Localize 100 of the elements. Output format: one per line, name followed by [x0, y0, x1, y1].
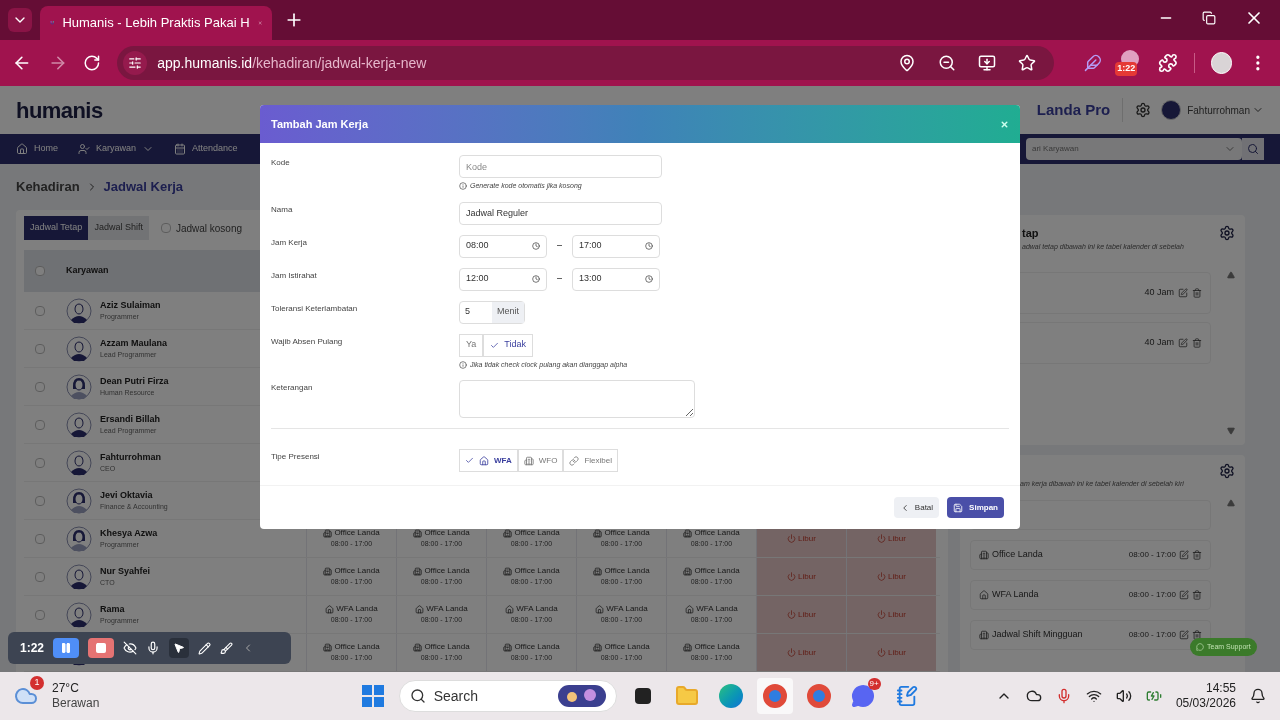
- nav-item[interactable]: Home: [34, 142, 58, 156]
- search-field[interactable]: Search: [398, 680, 617, 712]
- number-field[interactable]: 5 Menit: [459, 300, 525, 324]
- employee-name: Rama: [100, 602, 126, 616]
- shift-name: Office Landa: [424, 641, 470, 654]
- shift-name: Office Landa: [514, 565, 560, 578]
- shift-name: Office Landa: [334, 527, 380, 540]
- time-field[interactable]: 13:00: [572, 267, 660, 291]
- shift-name: Office Landa: [334, 565, 380, 578]
- cancel-button[interactable]: Batal: [893, 497, 940, 518]
- schedule-cell[interactable]: Libur: [756, 558, 846, 595]
- work-hour-time: 08:00 - 17:00: [1128, 628, 1176, 641]
- toggle-option[interactable]: Ya: [459, 333, 484, 357]
- time-field[interactable]: 12:00: [459, 267, 547, 291]
- field-label: Tipe Presensi: [271, 451, 321, 463]
- shift-name: Office Landa: [514, 527, 560, 540]
- shift-name: Office Landa: [424, 565, 470, 578]
- presence-option[interactable]: WFA: [459, 449, 518, 472]
- text-field[interactable]: Kode: [459, 155, 662, 178]
- shift-name: Libur: [798, 608, 816, 621]
- address-bar[interactable]: app.humanis.id/kehadiran/jadwal-kerja-new: [117, 46, 1055, 80]
- employee-name: Jevi Oktavia: [100, 488, 154, 502]
- schedule-hours: 40 Jam: [1144, 286, 1174, 300]
- schedule-hours: 40 Jam: [1144, 336, 1174, 350]
- work-hour-name: Office Landa: [992, 547, 1043, 561]
- schedule-cell[interactable]: Libur: [846, 558, 936, 595]
- company-name: Landa Pro: [1036, 99, 1111, 120]
- recording-time: 1:22: [20, 640, 45, 657]
- range-dash: –: [556, 272, 563, 286]
- notification-badge: 9+: [867, 678, 881, 690]
- work-hour-item[interactable]: Office Landa 08:00 - 17:00: [970, 539, 1211, 570]
- employee-name: Nur Syahfei: [100, 564, 150, 578]
- shift-name: WFA Landa: [696, 603, 738, 616]
- shift-name: Libur: [798, 646, 816, 659]
- shift-name: Office Landa: [694, 565, 740, 578]
- employee-name: Azzam Maulana: [100, 336, 168, 350]
- shift-name: Office Landa: [514, 641, 560, 654]
- shift-name: Office Landa: [604, 565, 650, 578]
- shift-name: Libur: [888, 646, 906, 659]
- shift-name: WFA Landa: [336, 603, 378, 616]
- work-hour-name: WFA Landa: [992, 587, 1039, 601]
- work-hour-item[interactable]: WFA Landa 08:00 - 17:00: [970, 579, 1211, 610]
- shift-name: Libur: [888, 532, 906, 545]
- breadcrumb-item[interactable]: Kehadiran: [16, 177, 80, 197]
- shift-name: Office Landa: [604, 641, 650, 654]
- employee-name: Dean Putri Firza: [100, 374, 169, 388]
- shift-name: Office Landa: [424, 527, 470, 540]
- presence-option[interactable]: Flexibel: [563, 449, 619, 472]
- field-label: Toleransi Keterlambatan: [271, 302, 359, 315]
- employee-name: Fahturrohman: [100, 450, 161, 464]
- shift-name: Office Landa: [694, 527, 740, 540]
- range-dash: –: [556, 239, 563, 253]
- field-label: Keterangan: [271, 382, 314, 394]
- browser-tab[interactable]: Humanis - Lebih Praktis Pakai H: [40, 6, 272, 40]
- shift-name: Libur: [798, 532, 816, 545]
- employee-name: Ersandi Billah: [100, 412, 161, 426]
- nav-item[interactable]: Karyawan: [96, 142, 137, 156]
- column-header: Karyawan: [65, 264, 109, 278]
- text-field[interactable]: Jadwal Reguler: [459, 201, 662, 225]
- field-label: Jam Kerja: [271, 236, 308, 249]
- shift-name: Libur: [888, 570, 906, 583]
- modal-title: Tambah Jam Kerja: [271, 116, 368, 132]
- work-hour-time: 08:00 - 17:00: [1128, 588, 1176, 601]
- notification-badge: 1: [30, 676, 44, 690]
- field-label: Jam Istirahat: [271, 269, 318, 282]
- shift-name: Office Landa: [604, 527, 650, 540]
- field-label: Kode: [271, 157, 291, 169]
- breadcrumb-item: Jadwal Kerja: [103, 178, 184, 197]
- toggle-option[interactable]: Tidak: [483, 333, 534, 357]
- field-label: Wajib Absen Pulang: [271, 335, 344, 348]
- time-field[interactable]: 17:00: [572, 234, 660, 258]
- schedule-cell[interactable]: Libur: [756, 634, 846, 671]
- weather-condition: Berawan: [52, 696, 100, 711]
- shift-name: Office Landa: [694, 641, 740, 654]
- shift-name: Office Landa: [334, 641, 380, 654]
- user-menu[interactable]: Fahturrohman: [1187, 102, 1264, 118]
- employee-name: Aziz Sulaiman: [100, 298, 161, 312]
- shift-name: WFA Landa: [516, 603, 558, 616]
- card-title: tap: [1022, 226, 1039, 241]
- shift-name: WFA Landa: [426, 603, 468, 616]
- clock[interactable]: 14:55 05/03/2026: [1175, 681, 1236, 711]
- field-addon: Menit: [492, 301, 524, 323]
- save-button[interactable]: Simpan: [947, 497, 1004, 518]
- tab-title: Humanis - Lebih Praktis Pakai H: [62, 14, 250, 33]
- nav-item[interactable]: Attendance: [192, 142, 238, 156]
- shift-name: Libur: [888, 608, 906, 621]
- schedule-tab[interactable]: Jadwal Tetap: [24, 216, 89, 240]
- presence-option[interactable]: WFO: [517, 449, 564, 472]
- schedule-cell[interactable]: Libur: [756, 596, 846, 633]
- extension-badge: 1:22: [1115, 62, 1138, 76]
- shift-name: Libur: [798, 570, 816, 583]
- checkbox-label: Jadwal kosong: [175, 222, 243, 236]
- schedule-tab[interactable]: Jadwal Shift: [88, 216, 149, 240]
- temperature: 27°C: [52, 681, 80, 696]
- work-hour-name: Jadwal Shift Mingguan: [992, 627, 1083, 641]
- time-field[interactable]: 08:00: [459, 234, 547, 258]
- shift-name: WFA Landa: [606, 603, 648, 616]
- schedule-cell[interactable]: Libur: [846, 596, 936, 633]
- url-text: app.humanis.id/kehadiran/jadwal-kerja-new: [157, 53, 427, 73]
- schedule-cell[interactable]: Libur: [846, 634, 936, 671]
